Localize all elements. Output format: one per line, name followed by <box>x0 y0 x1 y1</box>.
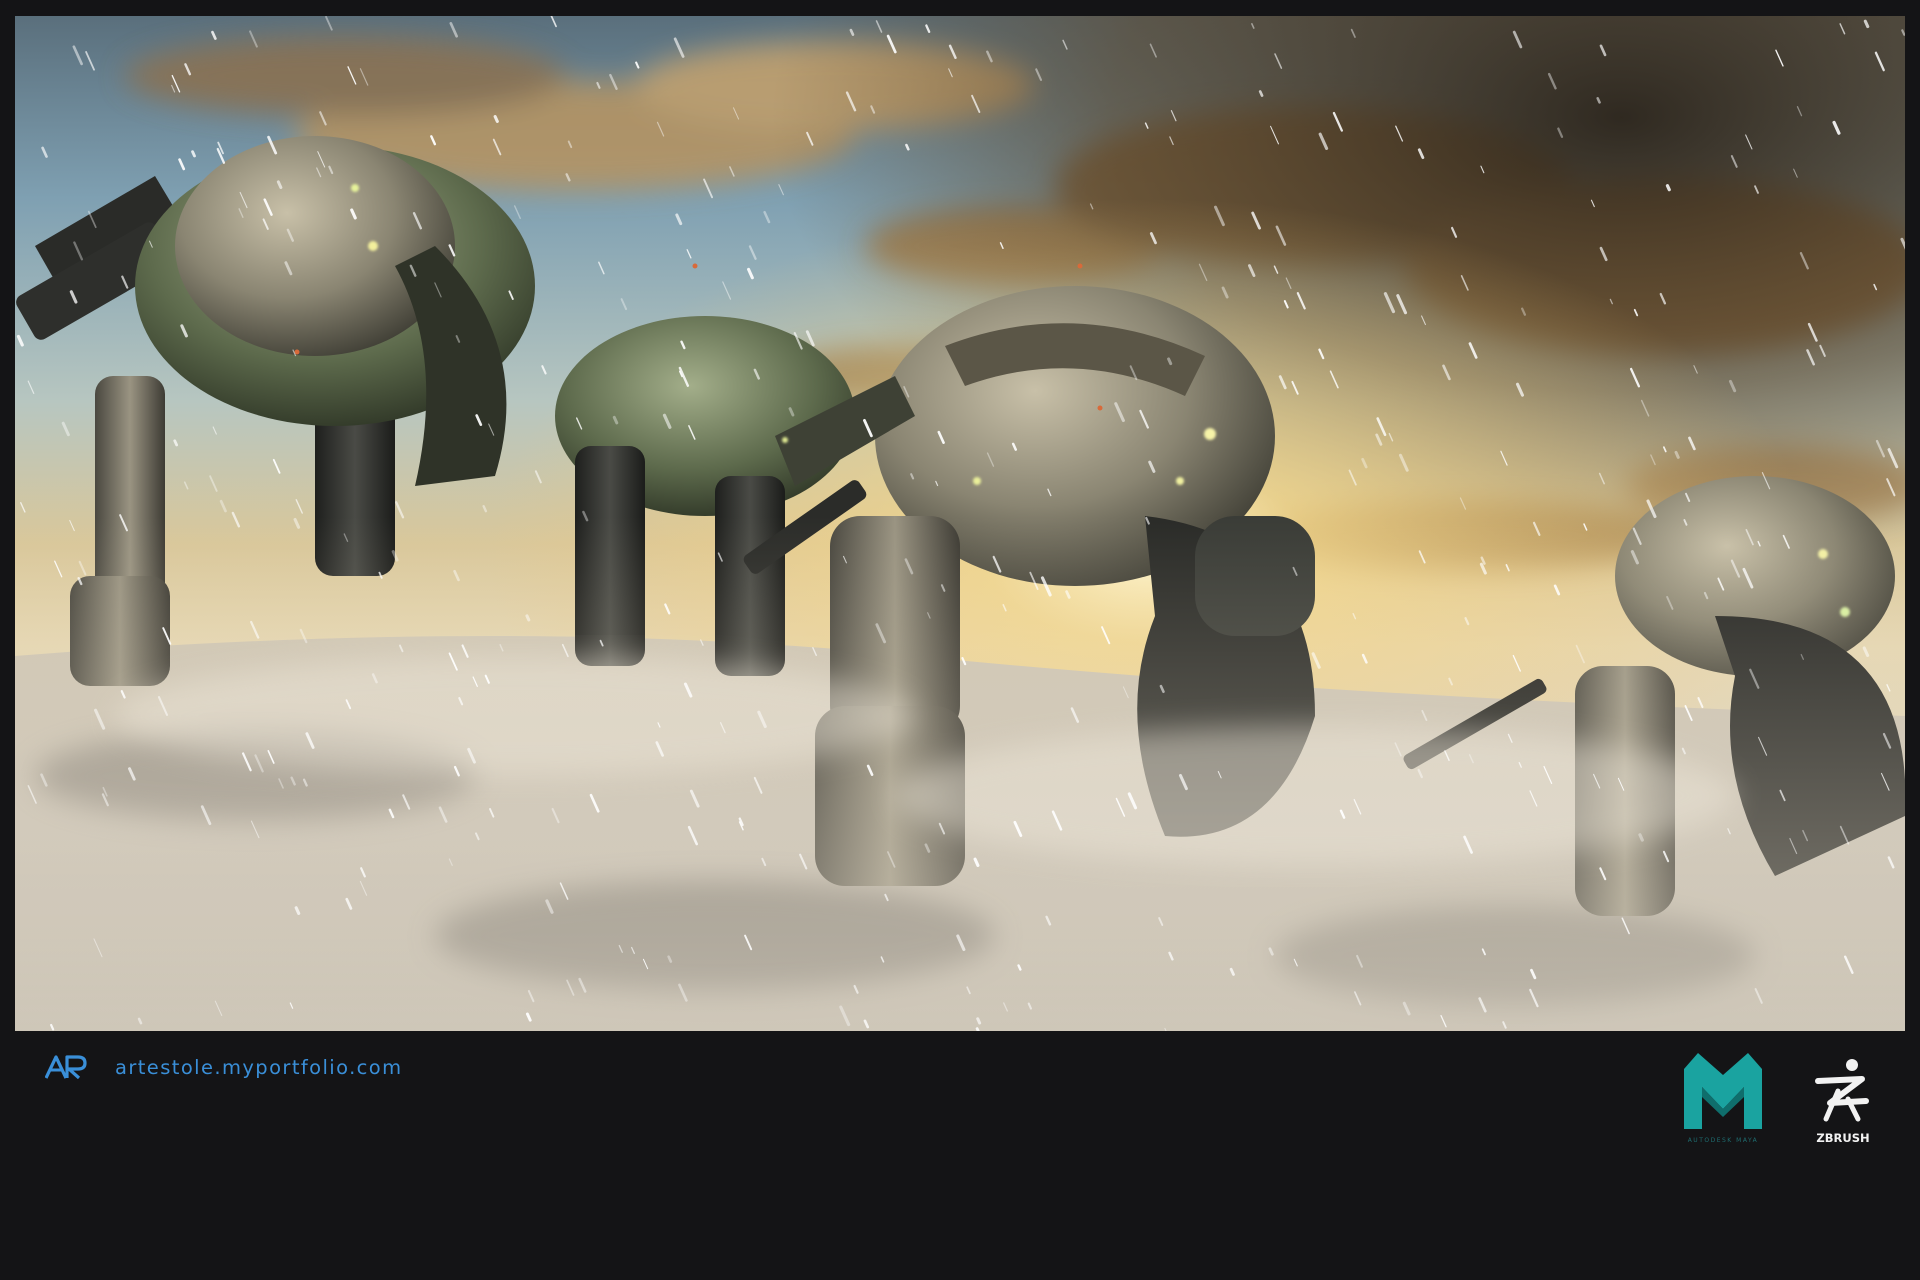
maya-logo: AUTODESK MAYA <box>1684 1053 1762 1149</box>
footer: artestole.myportfolio.com AUTODESK MAYA … <box>0 1031 1920 1280</box>
snowflake <box>1674 450 1680 459</box>
maya-logo-icon <box>1684 1053 1762 1129</box>
snowflake <box>1258 90 1264 97</box>
snowflake <box>525 614 531 622</box>
snowflake <box>191 150 196 158</box>
snowflake <box>905 143 910 151</box>
snowflake <box>173 439 179 447</box>
snowflake <box>976 1017 982 1025</box>
snowflake <box>493 115 499 123</box>
snowflake <box>1017 964 1022 971</box>
zbrush-label: ZBRUSH <box>1816 1131 1870 1145</box>
snowflake <box>849 28 855 36</box>
portfolio-url-link[interactable]: artestole.myportfolio.com <box>115 1056 403 1079</box>
snowflake <box>1665 184 1671 192</box>
snowflake <box>1167 357 1173 366</box>
snowflake <box>1638 833 1644 842</box>
brand-block: artestole.myportfolio.com <box>45 1055 403 1079</box>
snowflake <box>1863 19 1870 29</box>
ar-monogram-icon <box>45 1055 87 1079</box>
snowflake <box>137 1017 143 1025</box>
zbrush-logo-icon <box>1815 1059 1869 1122</box>
artwork-image <box>15 16 1905 1031</box>
zbrush-logo: ZBRUSH <box>1808 1057 1878 1153</box>
maya-caption: AUTODESK MAYA <box>1687 1137 1759 1144</box>
snowflake <box>1596 97 1601 104</box>
scene-illustration <box>15 16 1905 1031</box>
